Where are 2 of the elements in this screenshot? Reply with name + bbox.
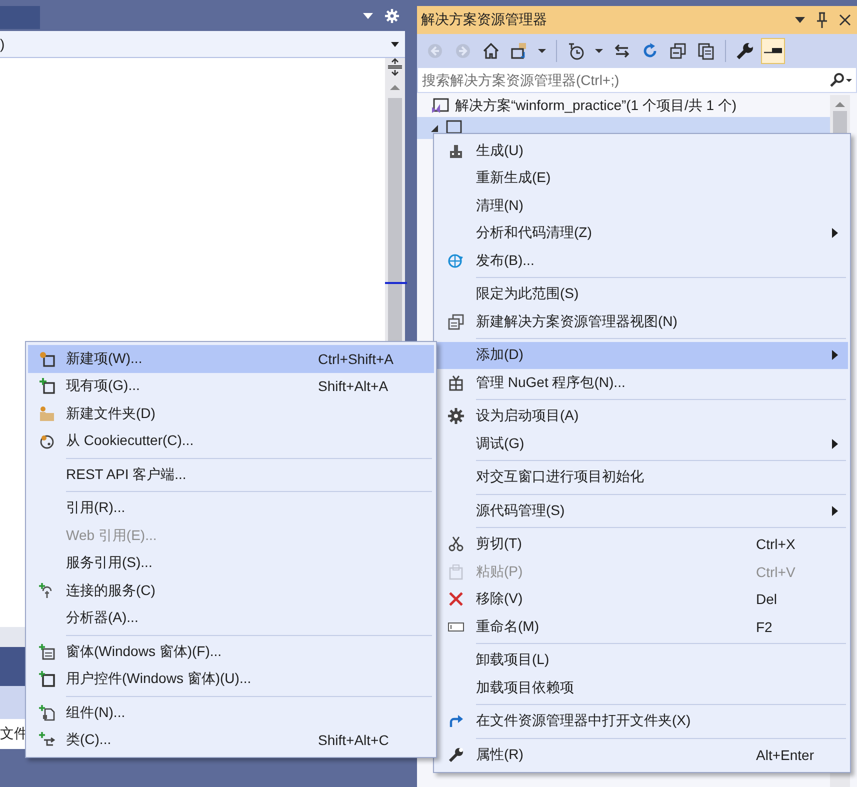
tree-label: 解决方案“winform_practice”(1 个项目/共 1 个) — [455, 97, 737, 115]
panel-title: 解决方案资源管理器 — [421, 11, 548, 29]
